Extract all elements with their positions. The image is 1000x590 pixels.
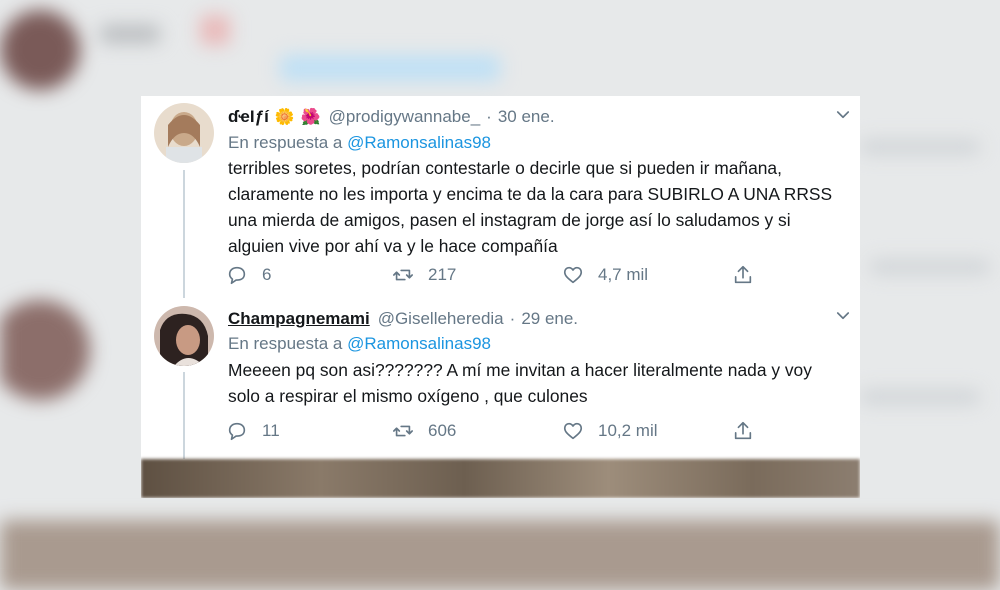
reply-mention-link[interactable]: @Ramonsalinas98 — [347, 133, 491, 152]
attached-photo-preview[interactable] — [141, 459, 860, 498]
hibiscus-emoji: 🌺 — [300, 109, 321, 126]
tweet-thread-card: ɗҽӀƒí 🌼 🌺 @prodigywannabe_ · 30 ene. En … — [141, 96, 860, 498]
reply-icon — [228, 266, 246, 285]
retweet-icon — [393, 269, 413, 281]
heart-icon — [563, 266, 583, 284]
tweet-date[interactable]: 30 ene. — [498, 107, 555, 127]
tweet-date[interactable]: 29 ene. — [521, 309, 578, 329]
retweet-count: 217 — [428, 265, 457, 284]
retweet-button[interactable]: 606 — [392, 420, 562, 442]
like-button[interactable]: 10,2 mil — [562, 420, 732, 442]
tweet[interactable]: Champagnemami @Giselleheredia · 29 ene. … — [141, 296, 860, 459]
thread-line — [183, 372, 185, 459]
reply-count: 11 — [262, 421, 280, 440]
reply-button[interactable]: 11 — [226, 420, 392, 442]
reply-icon — [228, 422, 246, 441]
share-button[interactable] — [732, 264, 754, 286]
like-count: 10,2 mil — [598, 421, 658, 440]
thread-line — [183, 170, 185, 298]
retweet-button[interactable]: 217 — [392, 264, 562, 286]
separator-dot: · — [486, 107, 492, 126]
share-icon — [734, 421, 752, 440]
tweet-text: Meeeen pq son asi??????? A mí me invitan… — [228, 360, 812, 406]
share-button[interactable] — [732, 420, 754, 442]
reply-button[interactable]: 6 — [226, 264, 392, 286]
reply-count: 6 — [262, 265, 272, 284]
tweet-text: terribles soretes, podrían contestarle o… — [228, 158, 833, 256]
like-button[interactable]: 4,7 mil — [562, 264, 732, 286]
chevron-down-icon[interactable] — [834, 106, 852, 124]
reply-prefix: En respuesta a — [228, 334, 343, 353]
flower-emoji: 🌼 — [274, 109, 295, 126]
display-name[interactable]: ɗҽӀƒí — [228, 107, 269, 127]
retweet-icon — [393, 425, 413, 437]
avatar[interactable] — [154, 306, 214, 366]
avatar[interactable] — [154, 103, 214, 163]
avatar-image — [154, 103, 214, 163]
reply-prefix: En respuesta a — [228, 133, 343, 152]
heart-icon — [563, 422, 583, 440]
separator-dot: · — [509, 309, 516, 328]
user-handle[interactable]: @Giselleheredia — [378, 309, 504, 329]
chevron-down-icon[interactable] — [834, 307, 852, 325]
display-name[interactable]: Champagnemami — [228, 309, 370, 329]
tweet[interactable]: ɗҽӀƒí 🌼 🌺 @prodigywannabe_ · 30 ene. En … — [141, 96, 860, 298]
reply-mention-link[interactable]: @Ramonsalinas98 — [347, 334, 491, 353]
share-icon — [734, 265, 752, 284]
like-count: 4,7 mil — [598, 265, 649, 284]
avatar-image — [154, 306, 214, 366]
user-handle[interactable]: @prodigywannabe_ — [329, 107, 480, 127]
retweet-count: 606 — [428, 421, 457, 440]
